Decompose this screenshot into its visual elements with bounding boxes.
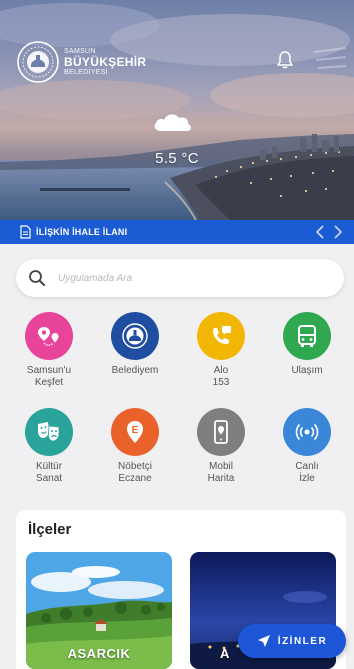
ticker-next-button[interactable] bbox=[332, 223, 344, 241]
shortcut-label: Mobil Harita bbox=[207, 461, 235, 484]
shortcut-belediyem[interactable]: Belediyem bbox=[92, 312, 178, 377]
district-card-asarcik[interactable]: ASARCIK bbox=[26, 552, 172, 669]
shortcut-icon-circle bbox=[25, 408, 73, 456]
pharmacy-icon: E bbox=[127, 421, 143, 443]
city-hall-icon bbox=[122, 323, 148, 349]
district-card-label: ASARCIK bbox=[67, 646, 131, 661]
shortcut-icon-circle bbox=[111, 312, 159, 360]
shortcut-icon-circle bbox=[197, 408, 245, 456]
svg-text:E: E bbox=[132, 425, 139, 436]
shortcut-nobetci-eczane[interactable]: E Nöbetçi Eczane bbox=[92, 408, 178, 484]
notification-bell-icon[interactable] bbox=[275, 50, 295, 70]
live-broadcast-icon bbox=[295, 423, 319, 441]
shortcut-icon-circle bbox=[25, 312, 73, 360]
chevron-right-icon bbox=[334, 225, 343, 239]
municipality-emblem-icon bbox=[17, 41, 59, 83]
shortcut-label: Canlı İzle bbox=[295, 461, 319, 484]
brand-sub-text: BELEDİYESİ bbox=[64, 69, 108, 76]
ticker-prev-button[interactable] bbox=[314, 223, 326, 241]
ticker-text: İLİŞKİN İHALE İLANI bbox=[36, 227, 128, 237]
document-icon bbox=[20, 225, 31, 239]
announcement-ticker[interactable]: İLİŞKİN İHALE İLANI bbox=[0, 220, 354, 244]
search-input[interactable] bbox=[58, 272, 318, 284]
search-bar[interactable] bbox=[16, 259, 344, 297]
permissions-button[interactable]: İZİNLER bbox=[238, 624, 346, 658]
theater-masks-icon bbox=[38, 422, 60, 442]
cloud-icon bbox=[154, 114, 191, 131]
shortcut-alo-153[interactable]: Alo 153 bbox=[178, 312, 264, 388]
shortcut-mobil-harita[interactable]: Mobil Harita bbox=[178, 408, 264, 484]
shortcut-label: Nöbetçi Eczane bbox=[118, 461, 152, 484]
permissions-button-label: İZİNLER bbox=[277, 635, 328, 647]
shortcut-ulasim[interactable]: Ulaşım bbox=[264, 312, 350, 377]
shortcut-kultur-sanat[interactable]: Kültür Sanat bbox=[6, 408, 92, 484]
brand-main-text: BÜYÜKŞEHİR bbox=[64, 55, 147, 69]
map-pins-icon bbox=[38, 327, 59, 346]
districts-title: İlçeler bbox=[28, 521, 72, 538]
shortcut-label: Alo 153 bbox=[212, 365, 230, 388]
temperature-text: 5.5 °C bbox=[155, 150, 199, 167]
shortcut-samsunu-kesfet[interactable]: Samsun'u Keşfet bbox=[6, 312, 92, 388]
navigation-arrow-icon bbox=[257, 635, 270, 647]
shortcut-label: Samsun'u Keşfet bbox=[26, 365, 72, 388]
brand-top-text: SAMSUN bbox=[64, 48, 96, 55]
search-icon bbox=[29, 270, 45, 286]
phone-icon bbox=[213, 326, 231, 344]
shortcut-label: Kültür Sanat bbox=[35, 461, 63, 484]
shortcut-label: Belediyem bbox=[111, 365, 159, 376]
shortcut-icon-circle bbox=[283, 408, 331, 456]
shortcut-icon-circle bbox=[197, 312, 245, 360]
municipality-logo[interactable]: SAMSUN BÜYÜKŞEHİR BELEDİYESİ bbox=[16, 40, 146, 84]
bus-icon bbox=[298, 325, 316, 347]
mobile-map-icon bbox=[214, 420, 228, 444]
shortcut-icon-circle: E bbox=[111, 408, 159, 456]
chevron-left-icon bbox=[315, 225, 324, 239]
decorative-lines-icon bbox=[313, 47, 346, 69]
shortcut-canli-izle[interactable]: Canlı İzle bbox=[264, 408, 350, 484]
shortcut-icon-circle bbox=[283, 312, 331, 360]
hero-banner: SAMSUN BÜYÜKŞEHİR BELEDİYESİ 5.5 °C bbox=[0, 0, 354, 220]
shortcut-label: Ulaşım bbox=[291, 365, 323, 376]
